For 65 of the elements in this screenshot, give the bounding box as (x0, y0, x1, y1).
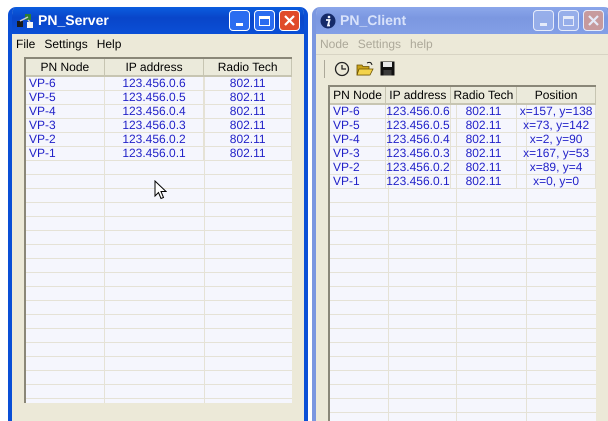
table-cell: VP-5 (330, 119, 386, 133)
column-header[interactable]: Position (517, 87, 596, 105)
table-cell: VP-6 (330, 105, 386, 119)
table-cell: VP-3 (330, 147, 386, 161)
table-cell: x=157, y=138 (517, 105, 596, 119)
table-cell: VP-1 (330, 175, 386, 189)
maximize-button[interactable] (254, 10, 275, 31)
menu-item[interactable]: Settings (44, 35, 88, 53)
table-cell: 123.456.0.5 (104, 91, 204, 105)
table-cell: 802.11 (450, 119, 518, 133)
window-title: PN_Client (340, 11, 406, 30)
table-cell: 802.11 (204, 91, 292, 105)
table-cell: 802.11 (450, 161, 518, 175)
menu-item[interactable]: Help (96, 35, 122, 53)
table-cell: x=73, y=142 (517, 119, 596, 133)
column-header[interactable]: Radio Tech (204, 59, 292, 77)
table-cell: 123.456.0.3 (386, 147, 451, 161)
close-icon (588, 15, 599, 26)
table-cell: 123.456.0.2 (386, 161, 451, 175)
info-icon (320, 12, 336, 28)
table-cell: 123.456.0.5 (386, 119, 451, 133)
table-cell: VP-1 (26, 147, 105, 161)
table-cell: 802.11 (450, 105, 518, 119)
table-cell: VP-6 (26, 77, 105, 91)
table-cell: 802.11 (204, 119, 292, 133)
open-folder-icon[interactable] (356, 60, 374, 76)
close-icon (284, 15, 295, 26)
table-cell: 802.11 (204, 133, 292, 147)
table-cell: 123.456.0.4 (386, 133, 451, 147)
mouse-cursor-icon (154, 180, 167, 200)
table-cell: VP-2 (330, 161, 386, 175)
table-cell: VP-3 (26, 119, 105, 133)
table-cell: 123.456.0.1 (386, 175, 451, 189)
column-header[interactable]: IP address (386, 87, 451, 105)
table-cell: 123.456.0.3 (104, 119, 204, 133)
menu-item[interactable]: File (16, 35, 36, 53)
table-cell: x=2, y=90 (517, 133, 596, 147)
table-cell: VP-4 (330, 133, 386, 147)
table-cell: 802.11 (204, 77, 292, 91)
minimize-button[interactable] (229, 10, 250, 31)
window-title: PN_Server (38, 11, 109, 30)
table-cell: x=89, y=4 (517, 161, 596, 175)
close-button[interactable] (279, 10, 300, 31)
table-cell: 123.456.0.4 (104, 105, 204, 119)
save-icon[interactable] (380, 61, 395, 76)
table-cell: x=0, y=0 (517, 175, 596, 189)
table-cell: VP-2 (26, 133, 105, 147)
column-header[interactable]: IP address (104, 59, 204, 77)
table-cell: 802.11 (204, 105, 292, 119)
clock-icon[interactable] (334, 60, 350, 76)
table-cell: x=167, y=53 (517, 147, 596, 161)
table-cell: 123.456.0.2 (104, 133, 204, 147)
table-cell: VP-5 (26, 91, 105, 105)
column-header[interactable]: PN Node (330, 87, 386, 105)
table-cell: 123.456.0.1 (104, 147, 204, 161)
table-cell: 802.11 (450, 175, 518, 189)
column-header[interactable]: Radio Tech (450, 87, 518, 105)
table-cell: 123.456.0.6 (386, 105, 451, 119)
table-cell: 123.456.0.6 (104, 77, 204, 91)
column-header[interactable]: PN Node (26, 59, 105, 77)
table-cell: 802.11 (204, 147, 292, 161)
network-nodes-icon (16, 12, 34, 28)
table-cell: 802.11 (450, 147, 518, 161)
table-cell: VP-4 (26, 105, 105, 119)
table-cell: 802.11 (450, 133, 518, 147)
